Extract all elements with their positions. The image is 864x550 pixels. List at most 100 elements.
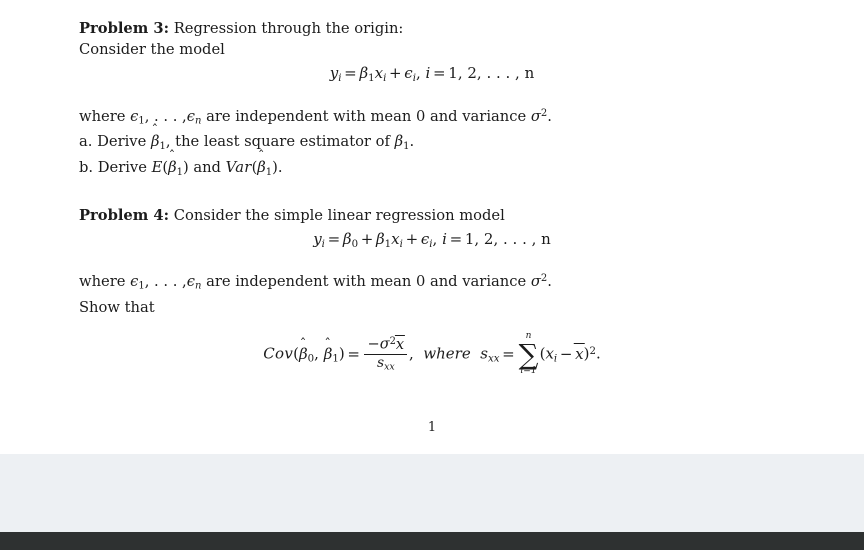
eq4-plus1: + [360, 229, 374, 248]
viewer-bottom-bar [0, 532, 864, 550]
problem-3-intro: Consider the model [79, 41, 225, 58]
cov-equals: = [347, 344, 360, 363]
sxx-s: s [480, 344, 488, 363]
result-where-word: where [423, 344, 471, 363]
problem-4-assumption: where ϵ1, . . . ,ϵn are independent with… [79, 268, 785, 297]
part-a-marker: a. [79, 133, 93, 151]
cov-close-paren: ) [338, 344, 345, 363]
term-minus: − [559, 344, 573, 363]
p4-period: . [547, 273, 552, 291]
cov-fraction: −σ2 x sxx [364, 335, 408, 373]
sxx-equals: = [502, 344, 515, 363]
term-xbar-x: x [575, 344, 584, 363]
eq3-y: y [329, 64, 339, 82]
p3-epsn-sub: n [194, 115, 202, 127]
cov-num-x: x [395, 335, 405, 353]
sum-lower-limit: i=1 [520, 366, 537, 377]
bar-accent [574, 343, 585, 345]
hat-accent: ˆ [299, 337, 307, 353]
eq4-index-equals: = [449, 229, 463, 248]
part-b-variance-op: Var [225, 158, 252, 176]
eq4-comma: , [432, 229, 438, 248]
cov-arg-comma: , [314, 344, 319, 363]
part-a-beta-hat: ˆβ [151, 124, 160, 152]
eq4-index-values: 1, 2, . . . , n [464, 229, 551, 248]
problem-3-title: Regression through the origin: [173, 20, 404, 37]
problem-4-equation: yi = β0 + β1xi + ϵi, i = 1, 2, . . . , n [79, 230, 785, 252]
cov-beta0-hat: ˆβ [299, 338, 308, 364]
eq3-plus: + [389, 64, 402, 82]
cov-operator: Cov [263, 344, 294, 363]
eq3-comma: , [415, 64, 421, 82]
part-b-text-after: . [277, 158, 283, 176]
cov-trailing-comma: , [408, 344, 414, 363]
p4-epsn: ϵ [186, 273, 195, 291]
eq3-x: x [374, 64, 384, 82]
part-a-beta2: β [394, 133, 404, 151]
problem-3-equation: yi = β1xi + ϵi, i = 1, 2, . . . , n [79, 64, 785, 86]
eq4-y: y [313, 229, 322, 248]
summation: n ∑ i=1 [518, 331, 539, 377]
part-b-beta-hat-1: ˆβ [168, 150, 177, 178]
part-b-text-middle: and [193, 158, 221, 176]
sxx-sub: xx [487, 353, 500, 365]
cov-den-s: s [376, 355, 385, 372]
sigma-summation-icon: ∑ [518, 337, 539, 371]
term-x: x [545, 344, 554, 363]
problem-3-heading: Problem 3: Regression through the origin… [79, 18, 785, 39]
page-number: 1 [427, 420, 437, 435]
hat-accent: ˆ [168, 148, 176, 164]
eq4-plus2: + [405, 229, 419, 248]
p4-where-word: where [79, 273, 126, 291]
cov-num-minus: − [367, 335, 380, 353]
p3-assumption-text: are independent with mean 0 and variance [206, 107, 527, 125]
part-b-text-before: Derive [97, 158, 147, 176]
cov-num-xbar: x [394, 335, 406, 353]
p4-sigma: σ [530, 273, 541, 291]
eq4-beta0: β [342, 229, 352, 248]
p4-epsn-sub: n [194, 280, 202, 292]
hat-accent: ˆ [257, 148, 265, 164]
part-a-text-before: Derive [97, 133, 147, 151]
hat-accent: ˆ [151, 122, 159, 138]
eq4-beta1: β [376, 229, 385, 248]
part-a-text-after: . [409, 133, 415, 151]
result-final-period: . [595, 344, 601, 363]
page-content: Problem 3: Regression through the origin… [79, 18, 785, 377]
problem-4-heading: Problem 4: Consider the simple linear re… [79, 205, 785, 226]
cov-den-sub: xx [384, 361, 395, 373]
problem-3-assumption: where ϵ1, . . . ,ϵn are independent with… [79, 103, 785, 132]
hat-accent: ˆ [324, 337, 332, 353]
part-b-beta-hat-2: ˆβ [257, 150, 266, 178]
eq3-eps: ϵ [404, 64, 413, 82]
term-xbar: x [574, 343, 585, 364]
document-page: Problem 3: Regression through the origin… [0, 0, 864, 454]
p3-period: . [547, 107, 552, 125]
p4-dots: , . . . , [144, 273, 187, 291]
bar-accent [394, 335, 406, 337]
cov-denominator: sxx [364, 354, 408, 373]
cov-num-sigma: σ [379, 335, 390, 353]
viewer-background-area [0, 454, 864, 532]
part-b-marker: b. [79, 158, 94, 176]
eq4-equals: = [327, 229, 341, 248]
p3-epsn: ϵ [186, 107, 195, 125]
eq3-index-equals: = [433, 64, 446, 82]
problem-3-part-a: a. Derive ˆ β1, the least square estimato… [79, 124, 785, 157]
eq3-beta1: β [359, 64, 369, 82]
cov-numerator: −σ2 x [364, 335, 407, 354]
eq4-eps: ϵ [420, 229, 430, 248]
part-b-expectation-op: E [151, 158, 163, 176]
problem-3-part-b: b. Derive E(ˆ β1) and Var(ˆ β1). [79, 148, 283, 178]
problem-4-result-equation: Cov(ˆ β0, ˆ β1) = −σ2 x sxx, where sxx = n ∑ i=1 (x… [79, 331, 785, 377]
problem-3-label: Problem 3: [79, 20, 170, 37]
p3-sigma: σ [530, 107, 541, 125]
p3-where-word: where [79, 107, 126, 125]
pdf-viewer: Problem 3: Regression through the origin… [0, 0, 864, 550]
eq4-x: x [391, 229, 400, 248]
problem-4-show-that: Show that [79, 298, 155, 316]
p4-assumption-text: are independent with mean 0 and variance [206, 273, 527, 291]
problem-4-label: Problem 4: [79, 206, 170, 224]
part-a-text-middle: , the least square estimator of [165, 133, 390, 151]
eq3-index-values: 1, 2, . . . , n [448, 64, 535, 82]
